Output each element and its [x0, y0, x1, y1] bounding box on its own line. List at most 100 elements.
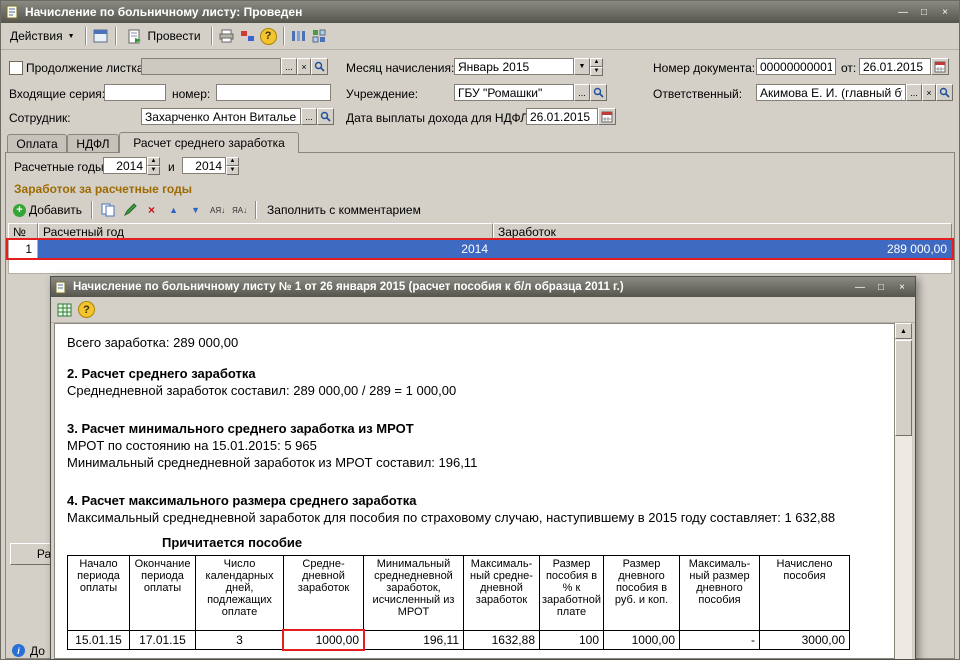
institution-search-icon[interactable] — [590, 84, 607, 101]
bt-cell-daily-benefit: 1000,00 — [604, 631, 680, 650]
minimize-icon[interactable]: — — [851, 280, 869, 295]
section-2-heading: 2. Расчет среднего заработка — [67, 365, 886, 382]
year-from-input[interactable] — [103, 157, 147, 174]
dialog-toolbar: ? — [51, 297, 915, 323]
add-button[interactable]: + Добавить — [10, 200, 85, 220]
move-down-icon[interactable]: ▼ — [186, 201, 205, 220]
help-icon[interactable]: ? — [78, 301, 95, 318]
ndfl-date-calendar-icon[interactable] — [598, 108, 616, 125]
responsible-input[interactable] — [756, 84, 906, 101]
sort-asc-icon[interactable]: АЯ↓ — [208, 201, 227, 220]
dtkt-icon[interactable] — [238, 27, 257, 46]
toolbar-separator — [211, 27, 212, 45]
year-to-input[interactable] — [182, 157, 226, 174]
maximize-icon[interactable]: □ — [872, 280, 890, 295]
institution-label: Учреждение: — [346, 87, 418, 101]
bt-header: Минимальный среднедневной заработок, исч… — [364, 556, 464, 631]
print-icon[interactable] — [217, 27, 236, 46]
col-num-header[interactable]: № — [8, 223, 38, 240]
col-year-header[interactable]: Расчетный год — [38, 223, 493, 240]
employee-label: Сотрудник: — [9, 111, 71, 125]
incoming-series-input[interactable] — [104, 84, 166, 101]
post-label: Провести — [148, 29, 201, 43]
report-icon[interactable] — [55, 300, 74, 319]
ndfl-date-input[interactable] — [526, 108, 598, 125]
responsible-clear-button[interactable]: × — [922, 84, 936, 101]
sort-desc-icon[interactable]: ЯА↓ — [230, 201, 249, 220]
tab-ndfl[interactable]: НДФЛ — [67, 134, 119, 152]
bottom-partial-label: До — [30, 644, 45, 658]
tab-oplata[interactable]: Оплата — [7, 134, 67, 152]
post-button[interactable]: Провести — [121, 26, 206, 46]
spin-down-icon[interactable]: ▼ — [226, 166, 239, 175]
spin-up-icon[interactable]: ▲ — [226, 157, 239, 166]
close-icon[interactable]: × — [893, 280, 911, 295]
scroll-up-icon[interactable]: ▲ — [895, 323, 912, 339]
col-amount-header[interactable]: Заработок — [493, 223, 952, 240]
responsible-search-icon[interactable] — [936, 84, 953, 101]
add-icon: + — [13, 204, 26, 217]
benefit-table-header-row: Начало периода оплаты Окончание периода … — [68, 556, 850, 631]
continuation-input[interactable] — [141, 58, 281, 75]
fill-with-comment-button[interactable]: Заполнить с комментарием — [262, 200, 426, 220]
year-from-spinner[interactable]: ▲ ▼ — [147, 157, 160, 174]
document-icon — [55, 281, 67, 294]
month-input[interactable] — [454, 58, 574, 75]
earnings-table-header: № Расчетный год Заработок — [8, 223, 952, 240]
doc-date-calendar-icon[interactable] — [931, 58, 949, 75]
spin-down-icon[interactable]: ▼ — [147, 166, 160, 175]
month-dropdown-icon[interactable]: ▼ — [574, 58, 590, 75]
section-3-heading: 3. Расчет минимального среднего заработк… — [67, 420, 886, 437]
incoming-number-input[interactable] — [216, 84, 331, 101]
row-year-cell: 2014 — [38, 240, 493, 258]
month-label: Месяц начисления: — [346, 61, 454, 75]
actions-menu-button[interactable]: Действия ▼ — [5, 26, 80, 46]
continuation-checkbox[interactable] — [9, 61, 23, 75]
benefit-table-title: Причитается пособие — [162, 534, 886, 551]
employee-select-button[interactable]: ... — [301, 108, 317, 125]
bt-cell-percent: 100 — [540, 631, 604, 650]
close-icon[interactable]: × — [936, 5, 954, 20]
bt-cell-max-daily-benefit: - — [680, 631, 760, 650]
delete-icon[interactable]: × — [142, 201, 161, 220]
dialog-title: Начисление по больничному листу № 1 от 2… — [73, 281, 848, 293]
doc-date-input[interactable] — [859, 58, 931, 75]
spin-up-icon[interactable]: ▲ — [590, 58, 603, 67]
help-icon[interactable]: ? — [259, 27, 278, 46]
institution-input[interactable] — [454, 84, 574, 101]
responsible-select-button[interactable]: ... — [906, 84, 922, 101]
continuation-search-icon[interactable] — [311, 58, 328, 75]
edit-icon[interactable] — [120, 201, 139, 220]
tab-average-earnings[interactable]: Расчет среднего заработка — [119, 132, 299, 153]
responsible-label: Ответственный: — [653, 87, 742, 101]
benefit-table: Начало периода оплаты Окончание периода … — [67, 555, 850, 650]
employee-input[interactable] — [141, 108, 301, 125]
settings-icon[interactable] — [310, 27, 329, 46]
calc-years-label: Расчетные годы: — [14, 160, 107, 174]
bt-header: Максималь-ный размер дневного пособия — [680, 556, 760, 631]
earnings-table-empty-area — [8, 258, 952, 274]
scrollbar-thumb[interactable] — [895, 340, 912, 436]
institution-select-button[interactable]: ... — [574, 84, 590, 101]
bt-cell-accrued: 3000,00 — [760, 631, 850, 650]
minimize-icon[interactable]: — — [894, 5, 912, 20]
year-to-spinner[interactable]: ▲ ▼ — [226, 157, 239, 174]
vertical-scrollbar[interactable]: ▲ — [895, 323, 912, 659]
move-up-icon[interactable]: ▲ — [164, 201, 183, 220]
copy-icon[interactable] — [98, 201, 117, 220]
doc-date-label: от: — [841, 61, 856, 75]
continuation-select-button[interactable]: ... — [281, 58, 297, 75]
continuation-clear-button[interactable]: × — [297, 58, 311, 75]
spin-down-icon[interactable]: ▼ — [590, 67, 603, 76]
spin-up-icon[interactable]: ▲ — [147, 157, 160, 166]
columns-icon[interactable] — [289, 27, 308, 46]
earnings-table-row[interactable]: 1 2014 289 000,00 — [8, 240, 952, 258]
month-spinner[interactable]: ▲ ▼ — [590, 58, 603, 75]
window-icon[interactable] — [91, 27, 110, 46]
bt-header: Окончание периода оплаты — [130, 556, 196, 631]
employee-search-icon[interactable] — [317, 108, 334, 125]
doc-number-input[interactable] — [756, 58, 836, 75]
bt-cell-max-avg: 1632,88 — [464, 631, 540, 650]
maximize-icon[interactable]: □ — [915, 5, 933, 20]
ndfl-date-label: Дата выплаты дохода для НДФЛ: — [346, 111, 531, 125]
